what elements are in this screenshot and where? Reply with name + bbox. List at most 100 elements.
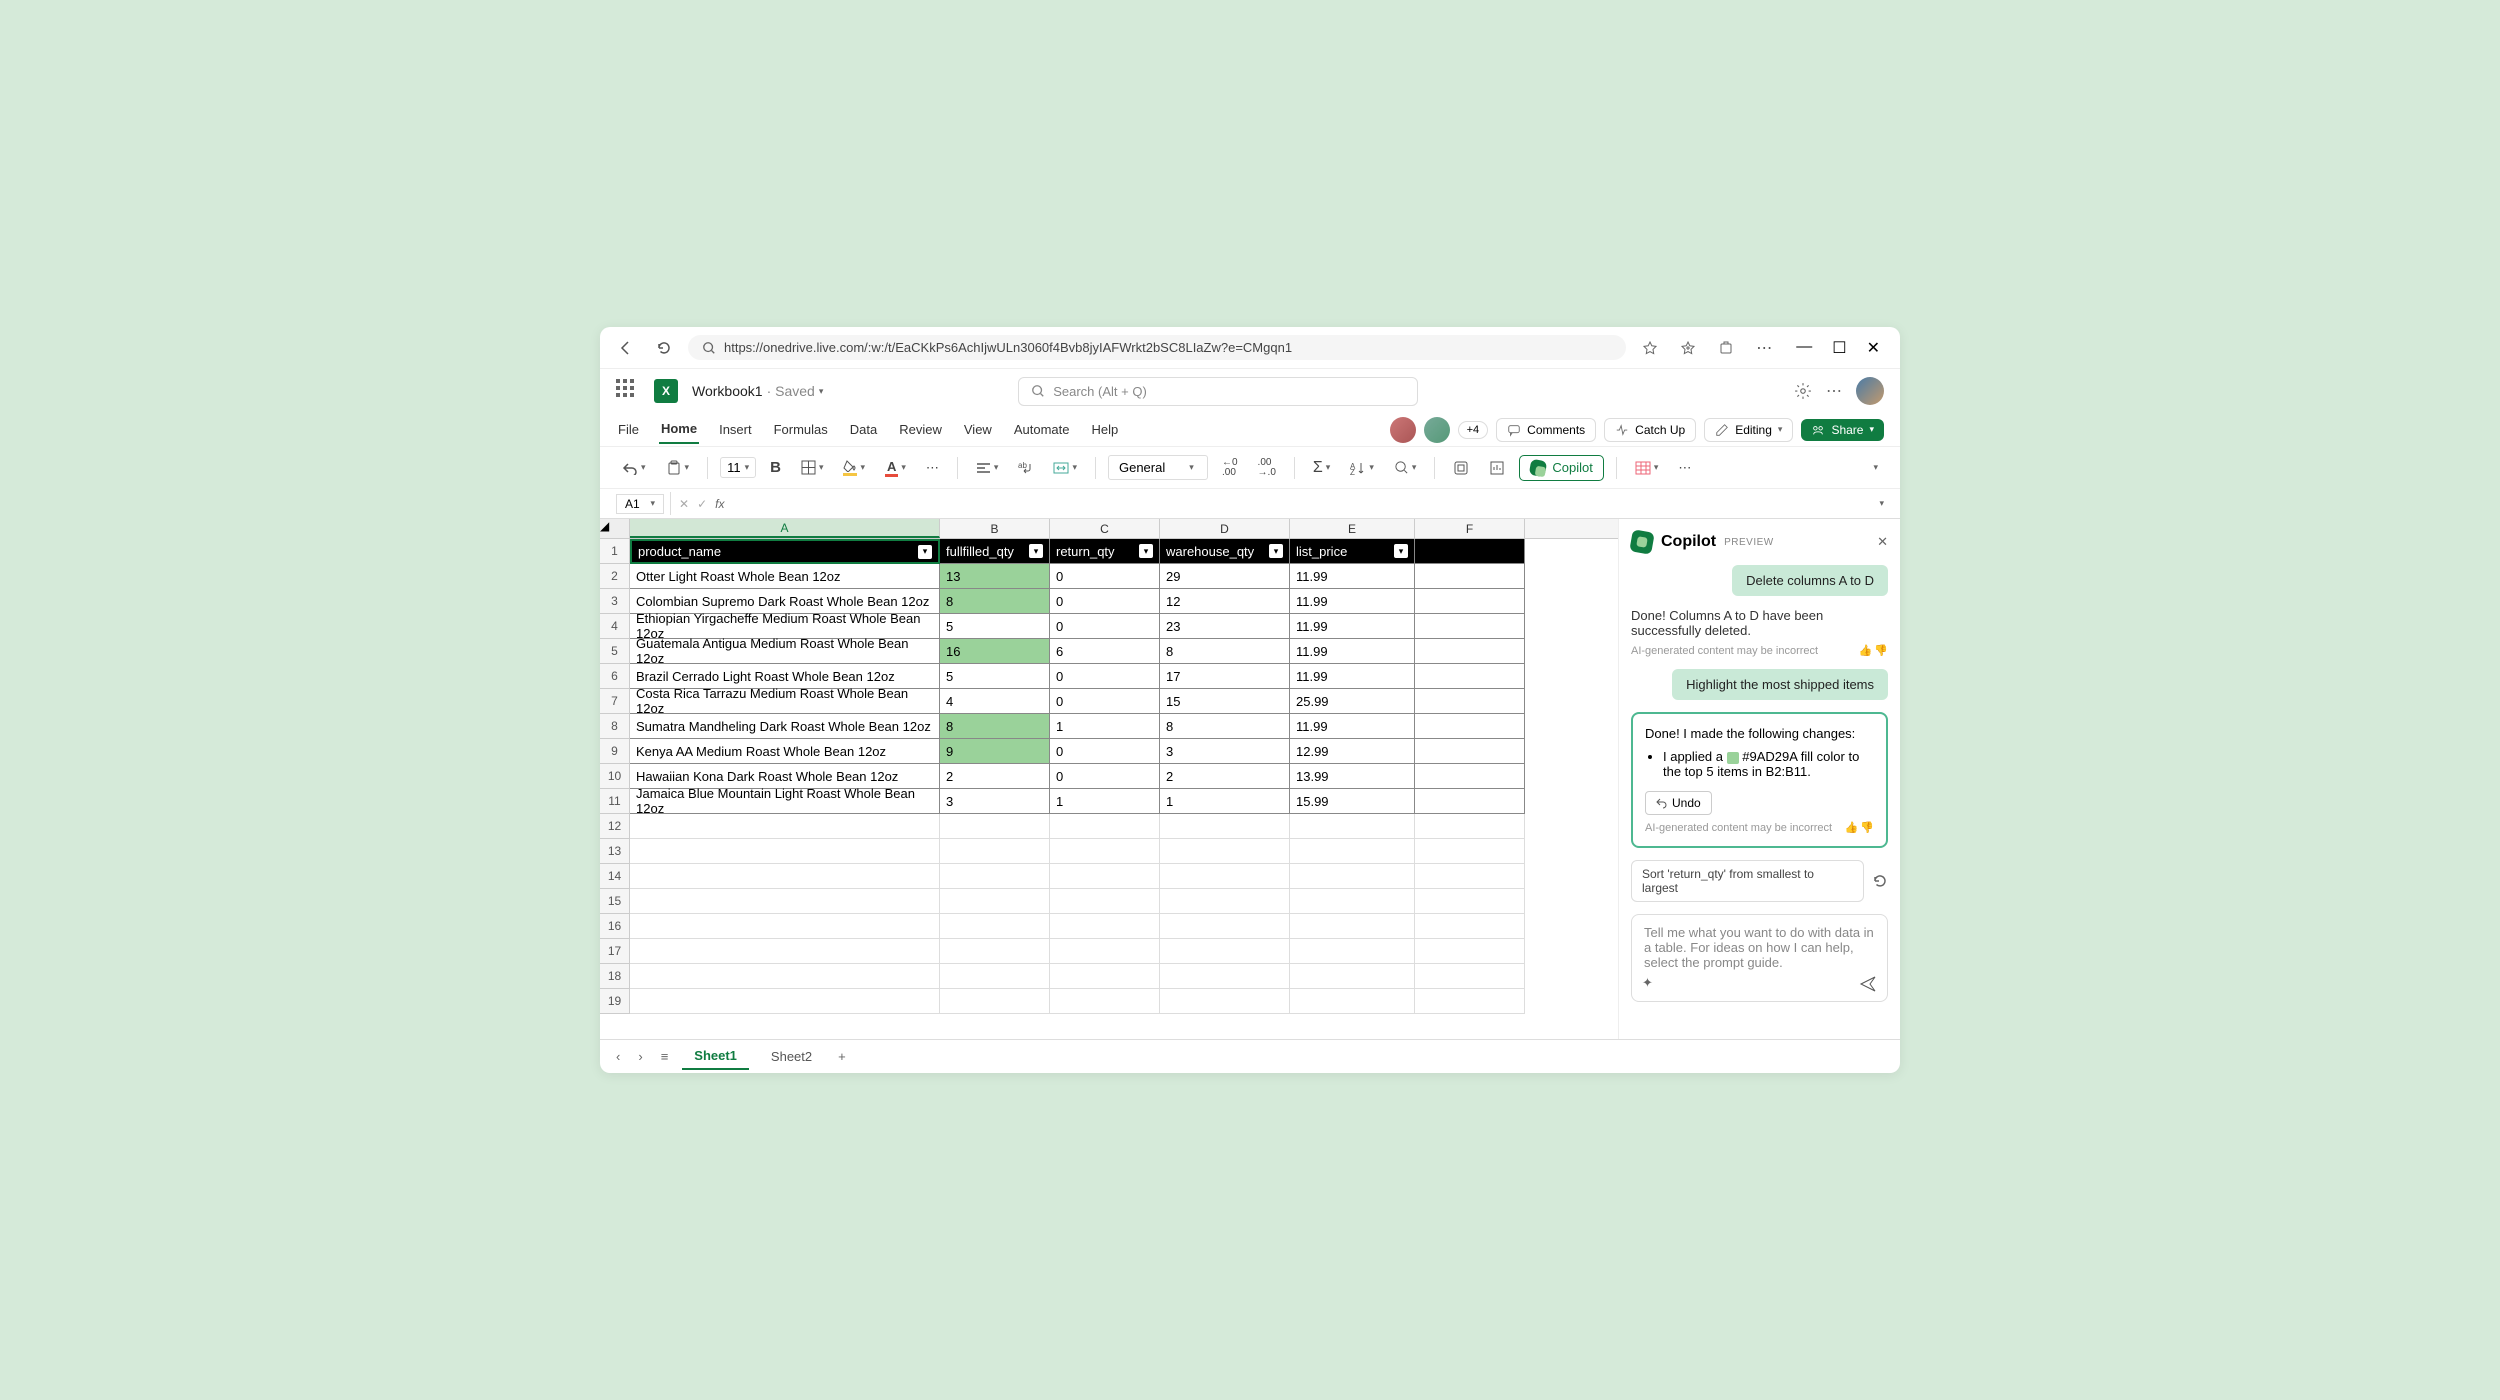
row-header[interactable]: 8 (600, 714, 630, 739)
settings-icon[interactable] (1794, 382, 1812, 400)
cell[interactable] (1050, 989, 1160, 1014)
cell[interactable] (630, 964, 940, 989)
undo-action-button[interactable]: Undo (1645, 791, 1712, 815)
font-color-button[interactable]: A ▾ (879, 455, 912, 481)
cell[interactable] (1415, 989, 1525, 1014)
cell[interactable] (1415, 539, 1525, 564)
suggestion-chip[interactable]: Sort 'return_qty' from smallest to large… (1631, 860, 1864, 902)
search-input[interactable]: Search (Alt + Q) (1018, 377, 1418, 406)
cell[interactable] (1415, 589, 1525, 614)
cell[interactable]: 11.99 (1290, 564, 1415, 589)
cell[interactable]: 0 (1050, 589, 1160, 614)
cell[interactable] (1290, 864, 1415, 889)
cell[interactable] (1290, 914, 1415, 939)
tab-help[interactable]: Help (1089, 416, 1120, 443)
comments-button[interactable]: Comments (1496, 418, 1596, 442)
cell[interactable]: 2 (1160, 764, 1290, 789)
table-header-cell[interactable]: list_price▾ (1290, 539, 1415, 564)
cell[interactable] (1160, 914, 1290, 939)
send-button[interactable] (1859, 975, 1877, 993)
cell[interactable] (630, 839, 940, 864)
cell[interactable]: 4 (940, 689, 1050, 714)
thumbs-up-icon[interactable]: 👍 (1859, 644, 1873, 657)
number-format-selector[interactable]: General ▾ (1108, 455, 1208, 480)
cell[interactable]: Sumatra Mandheling Dark Roast Whole Bean… (630, 714, 940, 739)
table-header-cell[interactable]: fullfilled_qty▾ (940, 539, 1050, 564)
cell[interactable] (940, 939, 1050, 964)
row-header[interactable]: 13 (600, 839, 630, 864)
cell[interactable] (1415, 889, 1525, 914)
cell[interactable] (1160, 839, 1290, 864)
row-header[interactable]: 4 (600, 614, 630, 639)
user-avatar[interactable] (1856, 377, 1884, 405)
cell[interactable]: 11.99 (1290, 714, 1415, 739)
row-header[interactable]: 5 (600, 639, 630, 664)
cell[interactable] (940, 964, 1050, 989)
increase-decimal-button[interactable]: ←0.00 (1216, 454, 1244, 482)
collections-button[interactable] (1674, 334, 1702, 362)
cell[interactable]: 3 (1160, 739, 1290, 764)
cell[interactable] (1290, 814, 1415, 839)
cell[interactable]: 11.99 (1290, 639, 1415, 664)
cell[interactable]: 11.99 (1290, 589, 1415, 614)
cell[interactable] (1415, 714, 1525, 739)
row-header[interactable]: 14 (600, 864, 630, 889)
thumbs-down-icon[interactable]: 👎 (1874, 644, 1888, 657)
cell[interactable]: 15 (1160, 689, 1290, 714)
cell[interactable]: Costa Rica Tarrazu Medium Roast Whole Be… (630, 689, 940, 714)
tab-data[interactable]: Data (848, 416, 879, 443)
col-header-D[interactable]: D (1160, 519, 1290, 538)
sort-filter-button[interactable]: AZ ▾ (1344, 457, 1380, 479)
more-formatting-button[interactable]: ⋯ (920, 456, 945, 480)
editing-mode-button[interactable]: Editing ▾ (1704, 418, 1793, 442)
tab-view[interactable]: View (962, 416, 994, 443)
close-copilot-button[interactable]: ✕ (1877, 534, 1888, 550)
table-styles-button[interactable]: ▾ (1629, 457, 1665, 479)
tab-home[interactable]: Home (659, 415, 699, 444)
fill-color-button[interactable]: ▾ (837, 456, 871, 480)
cell[interactable] (1415, 814, 1525, 839)
cell[interactable] (1290, 989, 1415, 1014)
cell[interactable] (1290, 964, 1415, 989)
cell[interactable]: 8 (1160, 639, 1290, 664)
cell[interactable] (1415, 639, 1525, 664)
extensions-button[interactable] (1712, 334, 1740, 362)
table-header-cell[interactable]: return_qty▾ (1050, 539, 1160, 564)
filter-dropdown-icon[interactable]: ▾ (1029, 544, 1043, 558)
formula-input[interactable] (732, 496, 1873, 511)
sheet-next-button[interactable]: › (634, 1047, 646, 1066)
cell[interactable] (1050, 864, 1160, 889)
cell[interactable] (1290, 889, 1415, 914)
collapse-ribbon-button[interactable]: ▾ (1867, 458, 1884, 477)
col-header-C[interactable]: C (1050, 519, 1160, 538)
cell[interactable]: Otter Light Roast Whole Bean 12oz (630, 564, 940, 589)
more-commands-button[interactable]: ⋯ (1672, 456, 1697, 480)
tab-file[interactable]: File (616, 416, 641, 443)
cell[interactable] (630, 939, 940, 964)
cell[interactable]: 1 (1050, 714, 1160, 739)
name-box[interactable]: A1 ▾ (616, 494, 664, 514)
sheet-prev-button[interactable]: ‹ (612, 1047, 624, 1066)
cell[interactable]: 12.99 (1290, 739, 1415, 764)
find-button[interactable]: ▾ (1388, 456, 1423, 479)
cell[interactable] (1050, 914, 1160, 939)
cell[interactable]: 12 (1160, 589, 1290, 614)
cell[interactable] (1160, 889, 1290, 914)
cell[interactable] (1050, 889, 1160, 914)
refresh-suggestions-icon[interactable] (1872, 873, 1888, 889)
cell[interactable] (630, 989, 940, 1014)
cell[interactable] (1290, 839, 1415, 864)
cell[interactable] (1050, 839, 1160, 864)
cell[interactable]: 0 (1050, 614, 1160, 639)
cell[interactable]: 0 (1050, 664, 1160, 689)
accept-formula-icon[interactable]: ✓ (697, 497, 707, 511)
analyze-button[interactable] (1483, 456, 1511, 480)
autosum-button[interactable]: Σ▾ (1307, 455, 1336, 481)
cell[interactable]: Guatemala Antigua Medium Roast Whole Bea… (630, 639, 940, 664)
tab-automate[interactable]: Automate (1012, 416, 1072, 443)
cell[interactable] (940, 864, 1050, 889)
cell[interactable]: 15.99 (1290, 789, 1415, 814)
cell[interactable] (630, 814, 940, 839)
cell[interactable]: Jamaica Blue Mountain Light Roast Whole … (630, 789, 940, 814)
cell[interactable]: 0 (1050, 564, 1160, 589)
